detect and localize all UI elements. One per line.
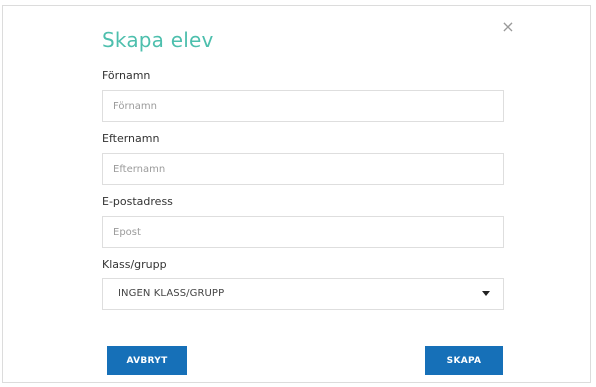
email-field[interactable] [103, 217, 503, 247]
last-name-field-wrapper [102, 153, 504, 185]
create-button[interactable]: SKAPA [425, 346, 503, 375]
class-group-selected-value: INGEN KLASS/GRUPP [118, 288, 225, 299]
dialog-title: Skapa elev [102, 28, 214, 52]
class-group-label: Klass/grupp [102, 258, 167, 271]
first-name-field[interactable] [103, 91, 503, 121]
email-field-wrapper [102, 216, 504, 248]
first-name-field-wrapper [102, 90, 504, 122]
close-icon[interactable]: × [500, 19, 516, 35]
last-name-label: Efternamn [102, 132, 160, 145]
create-student-dialog: Skapa elev × Förnamn Efternamn E-postadr… [2, 5, 591, 383]
class-group-select[interactable]: INGEN KLASS/GRUPP [102, 278, 504, 310]
first-name-label: Förnamn [102, 69, 151, 82]
caret-down-icon [482, 291, 490, 296]
cancel-button[interactable]: AVBRYT [107, 346, 187, 375]
last-name-field[interactable] [103, 154, 503, 184]
email-label: E-postadress [102, 195, 173, 208]
